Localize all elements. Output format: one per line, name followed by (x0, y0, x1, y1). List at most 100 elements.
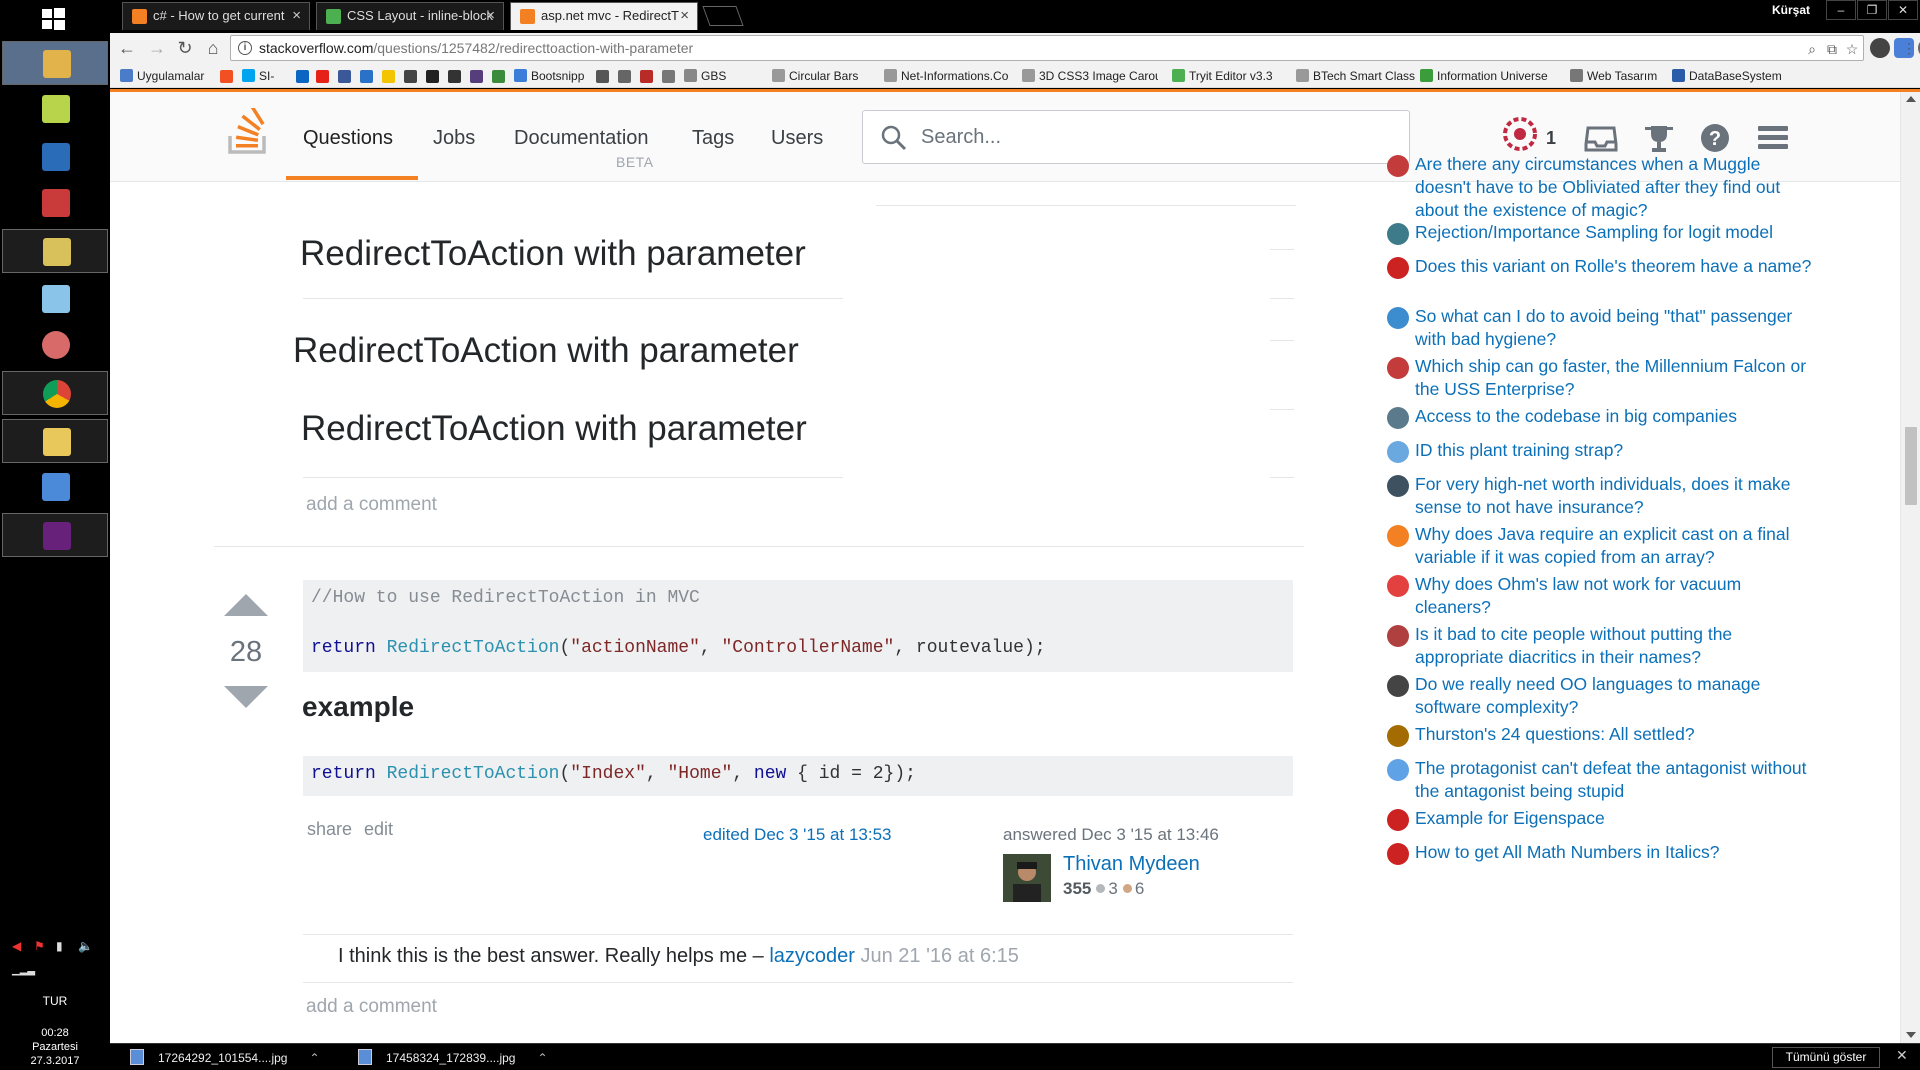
home-button[interactable]: ⌂ (202, 37, 224, 59)
scroll-down-arrow-icon[interactable] (1906, 1032, 1916, 1038)
hnq-question-link[interactable]: Which ship can go faster, the Millennium… (1415, 355, 1815, 401)
bookmark-si[interactable]: SI- (242, 67, 274, 85)
bookmark-apps[interactable]: Uygulamalar (120, 67, 204, 85)
hnq-question-link[interactable]: So what can I do to avoid being "that" p… (1415, 305, 1815, 351)
nav-users[interactable]: Users (771, 127, 823, 150)
nav-documentation[interactable]: Documentation (514, 127, 649, 150)
star-icon[interactable]: ☆ (1843, 40, 1861, 58)
taskbar-app[interactable] (2, 135, 108, 179)
translate-icon[interactable]: ⧉ (1823, 40, 1841, 58)
search-input[interactable] (921, 123, 1391, 151)
address-bar[interactable]: i stackoverflow.com/questions/1257482/re… (230, 35, 1864, 61)
page-scrollbar[interactable] (1900, 92, 1920, 1043)
taskbar-app[interactable] (2, 87, 108, 131)
vote-up-arrow-icon[interactable] (224, 594, 268, 616)
facebook-icon[interactable] (338, 70, 351, 83)
taskbar-chrome[interactable] (2, 371, 108, 415)
hnq-question-link[interactable]: Access to the codebase in big companies (1415, 405, 1815, 428)
bookmark-database-system[interactable]: DataBaseSystem (1672, 67, 1782, 85)
comment-date[interactable]: Jun 21 '16 at 6:15 (855, 945, 1018, 967)
back-button[interactable]: ← (116, 37, 138, 59)
bookmark-icon[interactable] (404, 70, 417, 83)
hnq-question-link[interactable]: How to get All Math Numbers in Italics? (1415, 841, 1815, 864)
site-switcher-icon[interactable] (1756, 122, 1790, 154)
minimize-button[interactable]: – (1826, 0, 1856, 20)
hnq-question-link[interactable]: Why does Java require an explicit cast o… (1415, 523, 1815, 569)
restore-button[interactable]: ❐ (1857, 0, 1887, 20)
kebab-menu-icon[interactable]: ⋮ (1900, 39, 1918, 57)
linkedin-icon[interactable] (296, 70, 309, 83)
nav-tags[interactable]: Tags (692, 127, 734, 150)
hnq-question-link[interactable]: For very high-net worth individuals, doe… (1415, 473, 1815, 519)
close-icon[interactable]: × (292, 3, 301, 29)
bookmark-icon[interactable] (596, 70, 609, 83)
reputation-count[interactable]: 1 (1546, 128, 1556, 149)
tab-css-layout[interactable]: CSS Layout - inline-block × (316, 2, 504, 30)
microsoft-icon[interactable] (220, 70, 233, 83)
volume-icon[interactable]: 🔈 (78, 939, 93, 953)
avatar[interactable] (1003, 854, 1051, 902)
chat-extension-icon[interactable] (1870, 38, 1890, 58)
comment-user-link[interactable]: lazycoder (769, 945, 855, 967)
chevron-up-icon[interactable]: ⌃ (537, 1051, 547, 1065)
bookmark-icon[interactable] (426, 70, 439, 83)
windows-start-icon[interactable] (38, 4, 68, 34)
tab-aspnet-mvc[interactable]: asp.net mvc - RedirectT × (510, 2, 698, 30)
close-window-button[interactable]: ✕ (1888, 0, 1918, 20)
add-comment-link[interactable]: add a comment (306, 996, 437, 1018)
signal-icon[interactable]: ▁▂▃ (12, 965, 35, 976)
help-icon[interactable]: ? (1698, 122, 1732, 154)
hnq-question-link[interactable]: Do we really need OO languages to manage… (1415, 673, 1815, 719)
hnq-question-link[interactable]: Thurston's 24 questions: All settled? (1415, 723, 1815, 746)
share-link[interactable]: share (307, 819, 352, 840)
bookmark-bootsnipp[interactable]: Bootsnipp (514, 67, 584, 85)
close-icon[interactable]: ✕ (1896, 1047, 1908, 1064)
stackexchange-achievements-icon[interactable] (1500, 114, 1540, 154)
language-indicator[interactable]: TUR (0, 994, 110, 1008)
bookmark-circular-bars[interactable]: Circular Bars (772, 67, 858, 85)
vote-down-arrow-icon[interactable] (224, 686, 268, 708)
hnq-question-link[interactable]: Why does Ohm's law not work for vacuum c… (1415, 573, 1815, 619)
bookmark-gbs[interactable]: GBS (684, 67, 726, 85)
network-icon[interactable]: ◀ (12, 939, 21, 953)
profile-button[interactable]: Kürşat (1758, 0, 1824, 20)
tab-csharp[interactable]: c# - How to get current × (122, 2, 310, 30)
inbox-icon[interactable] (1584, 122, 1618, 154)
taskbar-app[interactable] (2, 323, 108, 367)
bookmark-icon[interactable] (618, 70, 631, 83)
bookmark-icon[interactable] (382, 70, 395, 83)
download-item[interactable]: 17264292_101554....jpg ⌃ (130, 1048, 320, 1068)
bookmark-web-tasarim[interactable]: Web Tasarım (1570, 67, 1657, 85)
bookmark-icon[interactable] (448, 70, 461, 83)
chevron-up-icon[interactable]: ⌃ (309, 1051, 319, 1065)
reload-button[interactable]: ↻ (174, 37, 196, 59)
trophy-icon[interactable] (1642, 122, 1676, 154)
taskbar-app[interactable] (2, 181, 108, 225)
bootstrap-icon[interactable] (470, 70, 483, 83)
add-comment-link[interactable]: add a comment (306, 494, 437, 516)
taskbar-app[interactable] (2, 229, 108, 273)
bookmark-net-informations[interactable]: Net-Informations.Co (884, 67, 1016, 85)
new-tab-button[interactable] (702, 6, 744, 26)
clock-time[interactable]: 00:28 (0, 1027, 110, 1039)
hnq-question-link[interactable]: Is it bad to cite people without putting… (1415, 623, 1815, 669)
site-info-icon[interactable]: i (238, 41, 252, 55)
hnq-question-link[interactable]: Are there any circumstances when a Muggl… (1415, 153, 1815, 222)
bookmark-3d-css3[interactable]: 3D CSS3 Image Carou (1022, 67, 1158, 85)
hnq-question-link[interactable]: Example for Eigenspace (1415, 807, 1815, 830)
user-name-link[interactable]: Thivan Mydeen (1063, 853, 1200, 876)
show-all-downloads-button[interactable]: Tümünü göster (1772, 1047, 1880, 1068)
scrollbar-thumb[interactable] (1905, 427, 1917, 505)
hnq-question-link[interactable]: ID this plant training strap? (1415, 439, 1815, 462)
download-item[interactable]: 17458324_172839....jpg ⌃ (358, 1048, 548, 1068)
youtube-icon[interactable] (316, 70, 329, 83)
bookmark-tryit-editor[interactable]: Tryit Editor v3.3 (1172, 67, 1273, 85)
scroll-up-arrow-icon[interactable] (1906, 96, 1916, 102)
bookmark-btech[interactable]: BTech Smart Class (1296, 67, 1415, 85)
forward-button[interactable]: → (146, 37, 168, 59)
flag-icon[interactable]: ⚑ (34, 939, 45, 953)
search-icon[interactable]: ⌕ (1803, 40, 1821, 58)
close-icon[interactable]: × (680, 3, 689, 29)
edited-timestamp[interactable]: edited Dec 3 '15 at 13:53 (703, 825, 892, 845)
nav-jobs[interactable]: Jobs (433, 127, 475, 150)
